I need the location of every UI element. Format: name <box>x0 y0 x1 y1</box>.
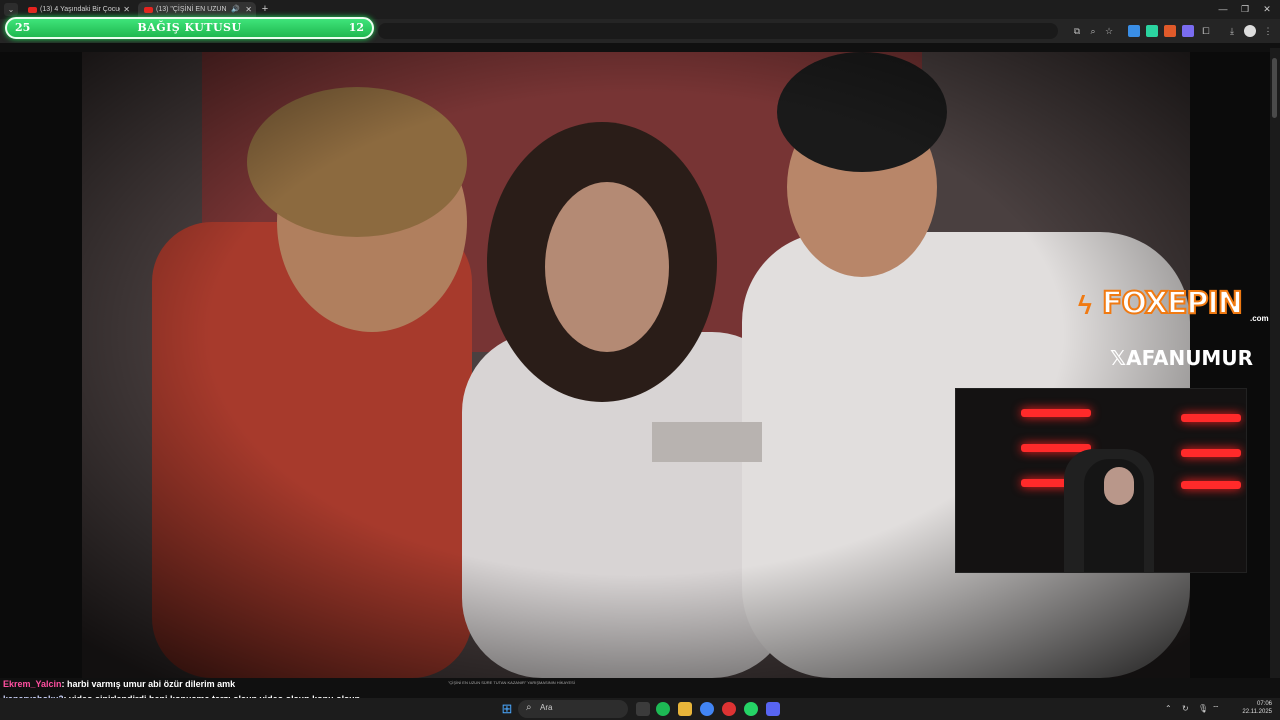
extensions-puzzle-icon[interactable]: ⧠ <box>1200 25 1212 37</box>
streamer-webcam <box>955 388 1247 573</box>
extension-icon[interactable] <box>1146 25 1158 37</box>
video-mini-title: "ÇİŞİNİ EN UZUN SÜRE TUTAN KAZANIR" YARI… <box>448 680 575 685</box>
chat-text: : harbi varmış umur abi özür dilerim amk <box>61 679 236 689</box>
tray-chevron-icon[interactable]: ⌃ <box>1165 704 1172 713</box>
tray-sync-icon[interactable]: ↻ <box>1182 704 1189 713</box>
webcam-light <box>1021 409 1091 417</box>
clock-date: 22.11.2025 <box>1242 709 1272 715</box>
chat-username: Ekrem_Yalcin <box>3 679 62 689</box>
extension-icon[interactable] <box>1182 25 1194 37</box>
task-view-icon[interactable] <box>636 702 650 716</box>
webcam-streamer-face <box>1104 467 1134 505</box>
close-tab-icon[interactable]: ✕ <box>245 2 252 18</box>
menu-kebab-icon[interactable]: ⋮ <box>1262 25 1274 37</box>
tray-wifi-icon[interactable]: ⌔ <box>1212 704 1220 714</box>
close-tab-icon[interactable]: ✕ <box>123 2 130 18</box>
donation-bar: 25 BAĞIŞ KUTUSU 12 <box>5 17 374 39</box>
player-top-strip <box>0 43 1280 52</box>
scrollbar-thumb[interactable] <box>1272 58 1277 118</box>
foxepin-logo-icon: ϟ <box>1078 290 1092 320</box>
tab-title: (13) 4 Yaşındaki Bir Çocuğun Sır <box>40 6 120 13</box>
chrome-icon[interactable] <box>700 702 714 716</box>
tab-search-button[interactable]: ⌄ <box>4 3 18 16</box>
profile-avatar[interactable] <box>1244 25 1256 37</box>
donation-goal: 12 <box>348 21 364 34</box>
sponsor-brand: FOXEPIN <box>1101 285 1244 322</box>
bookmark-star-icon[interactable]: ☆ <box>1103 25 1115 37</box>
webcam-light <box>1181 481 1241 489</box>
spotify-icon[interactable] <box>656 702 670 716</box>
tray-mic-icon[interactable]: 🎙 <box>1198 704 1208 713</box>
social-handle-text: AFANUMUR <box>1126 346 1253 370</box>
extension-icon[interactable] <box>1128 25 1140 37</box>
start-button-icon[interactable]: ⊞ <box>500 702 514 716</box>
minimize-button[interactable]: — <box>1212 2 1234 16</box>
extension-icon[interactable] <box>1164 25 1176 37</box>
whatsapp-icon[interactable] <box>744 702 758 716</box>
search-icon: ⌕ <box>526 702 532 713</box>
discord-icon[interactable] <box>766 702 780 716</box>
windows-taskbar: ⊞ ⌕ Ara ⌃ ↻ 🎙 ⌔ 07:06 22.11.2025 <box>0 698 1280 720</box>
close-window-button[interactable]: ✕ <box>1256 2 1278 16</box>
webcam-light <box>1181 449 1241 457</box>
youtube-icon <box>144 7 153 13</box>
tab-title: (13) "ÇİŞİNİ EN UZUN SÜRE <box>156 6 226 13</box>
taskbar-search[interactable]: ⌕ Ara <box>518 700 628 718</box>
page-scrollbar[interactable] <box>1270 48 1280 688</box>
youtube-icon <box>28 7 37 13</box>
chat-message: Ekrem_Yalcin: harbi varmış umur abi özür… <box>3 678 235 690</box>
x-logo-icon: 𝕏 <box>1110 346 1127 370</box>
app-icon[interactable] <box>722 702 736 716</box>
audio-playing-icon[interactable]: 🔊 <box>231 2 240 18</box>
sponsor-brand-suffix: .com <box>1250 314 1269 323</box>
install-app-icon[interactable]: ⧉ <box>1071 25 1083 37</box>
video-player[interactable] <box>82 52 1190 678</box>
file-explorer-icon[interactable] <box>678 702 692 716</box>
search-placeholder: Ara <box>540 703 553 712</box>
downloads-icon[interactable]: ⤓ <box>1226 25 1238 37</box>
new-tab-button[interactable]: + <box>259 2 271 16</box>
webcam-light <box>1181 414 1241 422</box>
taskbar-clock[interactable]: 07:06 22.11.2025 <box>1232 700 1272 716</box>
maximize-button[interactable]: ❐ <box>1234 2 1256 16</box>
clock-time: 07:06 <box>1256 701 1272 707</box>
donation-title: BAĞIŞ KUTUSU <box>137 21 242 34</box>
zoom-icon[interactable]: ⌕ <box>1087 25 1099 37</box>
video-frame-image <box>82 52 1190 678</box>
social-handle: 𝕏AFANUMUR <box>1110 346 1253 370</box>
address-bar[interactable] <box>378 23 1058 39</box>
